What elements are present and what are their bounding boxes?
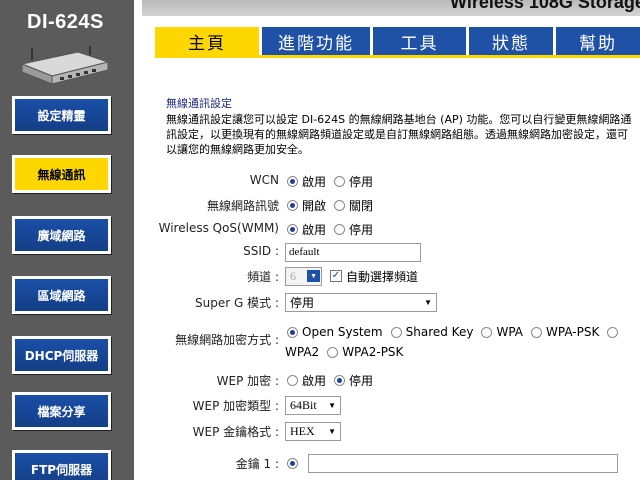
section-title: 無線通訊設定 — [166, 97, 232, 110]
tab-help[interactable]: 幫助 — [556, 27, 640, 55]
header-banner: Wireless 108G Storage Router — [130, 0, 640, 16]
wpa-label: WPA — [496, 325, 523, 339]
qos-enable-radio[interactable] — [287, 223, 298, 235]
wpa2-psk-radio[interactable] — [327, 346, 339, 358]
chevron-down-icon: ▼ — [328, 400, 336, 410]
broadcast-on-radio[interactable] — [287, 199, 298, 211]
qos-row: Wireless QoS(WMM) 啟用 停用 — [155, 218, 640, 240]
product-title: Wireless 108G Storage Router — [450, 0, 640, 12]
wep-format-label: WEP 金鑰格式 : — [192, 425, 279, 439]
wep-type-label: WEP 加密類型 : — [192, 399, 279, 413]
router-device-icon — [20, 46, 110, 85]
channel-value: 6 — [290, 268, 296, 283]
chevron-down-icon: ▼ — [307, 270, 320, 282]
key1-row: 金鑰 1 : — [155, 452, 640, 474]
superg-label: Super G 模式 : — [195, 296, 279, 310]
ssid-broadcast-label: 無線網路訊號 — [206, 199, 279, 213]
wcn-row: WCN 啟用 停用 — [155, 170, 640, 192]
tab-bar: 主頁 進階功能 工具 狀態 幫助 — [155, 27, 640, 57]
wcn-enable-label: 啟用 — [302, 174, 327, 189]
qos-enable-label: 啟用 — [302, 222, 327, 237]
channel-select[interactable]: 6 ▼ — [285, 266, 322, 286]
wep-disable-label: 停用 — [349, 373, 374, 388]
open-system-radio[interactable] — [287, 326, 298, 338]
wcn-label: WCN — [249, 173, 279, 187]
wep-row: WEP 加密 : 啟用 停用 — [155, 369, 640, 391]
key1-label: 金鑰 1 : — [235, 457, 279, 471]
superg-value: 停用 — [290, 295, 315, 310]
shared-key-label: Shared Key — [405, 325, 474, 339]
key1-radio[interactable] — [287, 457, 298, 469]
tab-underline — [155, 55, 640, 58]
key1-input[interactable] — [308, 453, 618, 473]
wep-type-select[interactable]: 64Bit ▼ — [285, 395, 341, 415]
ssid-label: SSID : — [243, 244, 279, 258]
wcn-enable-radio[interactable] — [287, 175, 298, 187]
shared-key-radio[interactable] — [390, 326, 402, 338]
intro-text: 無線通訊設定讓您可以設定 DI-624S 的無線網路基地台 (AP) 功能。您可… — [166, 113, 632, 156]
qos-disable-radio[interactable] — [334, 223, 346, 235]
wep-format-value: HEX — [290, 423, 315, 438]
wpa2-psk-label: WPA2-PSK — [342, 345, 404, 359]
sidebar-item-file-sharing[interactable]: 檔案分享 — [12, 392, 111, 430]
wpa-psk-radio[interactable] — [531, 326, 542, 338]
wcn-disable-radio[interactable] — [334, 175, 346, 187]
wep-disable-radio[interactable] — [334, 374, 346, 386]
wep-label: WEP 加密 : — [216, 374, 279, 388]
sidebar: DI-624S 設定精靈 無線通訊 廣域網路 區域網路 DHCP伺服器 檔案分享… — [0, 0, 142, 480]
ssid-broadcast-row: 無線網路訊號 開啟 關閉 — [155, 194, 640, 216]
tab-status[interactable]: 狀態 — [469, 27, 556, 55]
chevron-down-icon: ▼ — [328, 426, 336, 436]
broadcast-off-radio[interactable] — [334, 199, 346, 211]
tab-home[interactable]: 主頁 — [155, 27, 262, 55]
wep-enable-label: 啟用 — [302, 373, 327, 388]
security-label: 無線網路加密方式 : — [175, 333, 279, 347]
ssid-row: SSID : default — [155, 241, 640, 263]
channel-label: 頻道 : — [247, 270, 279, 284]
wep-type-value: 64Bit — [290, 397, 317, 412]
auto-channel-checkbox[interactable]: ✓ — [330, 270, 342, 282]
main-content: 無線通訊設定 無線通訊設定讓您可以設定 DI-624S 的無線網路基地台 (AP… — [155, 60, 640, 480]
sidebar-item-ftp[interactable]: FTP伺服器 — [12, 450, 111, 480]
ssid-input[interactable]: default — [285, 242, 421, 262]
wep-enable-radio[interactable] — [287, 374, 298, 386]
wcn-disable-label: 停用 — [349, 174, 374, 189]
security-row: 無線網路加密方式 : Open System Shared Key WPA WP… — [155, 322, 640, 362]
sidebar-item-wan[interactable]: 廣域網路 — [12, 216, 111, 254]
channel-row: 頻道 : 6 ▼ ✓ 自動選擇頻道 — [155, 265, 640, 287]
wep-format-row: WEP 金鑰格式 : HEX ▼ — [155, 420, 640, 442]
wpa-radio[interactable] — [481, 326, 493, 338]
wpa-psk-label: WPA-PSK — [546, 325, 600, 339]
chevron-down-icon: ▼ — [424, 297, 432, 307]
broadcast-off-label: 關閉 — [349, 198, 374, 213]
wpa2-label: WPA2 — [285, 345, 320, 359]
sidebar-item-lan[interactable]: 區域網路 — [12, 276, 111, 314]
wep-type-row: WEP 加密類型 : 64Bit ▼ — [155, 394, 640, 416]
sidebar-item-wireless[interactable]: 無線通訊 — [12, 155, 111, 193]
broadcast-on-label: 開啟 — [302, 198, 327, 213]
sidebar-item-dhcp[interactable]: DHCP伺服器 — [12, 336, 111, 374]
tab-tools[interactable]: 工具 — [373, 27, 469, 55]
wpa2-radio[interactable] — [607, 326, 619, 338]
sidebar-item-setup-wizard[interactable]: 設定精靈 — [12, 96, 111, 134]
open-system-label: Open System — [302, 325, 383, 339]
tab-advanced[interactable]: 進階功能 — [262, 27, 373, 55]
model-name: DI-624S — [27, 11, 104, 33]
superg-row: Super G 模式 : 停用 ▼ — [155, 291, 640, 313]
qos-label: Wireless QoS(WMM) — [158, 221, 279, 235]
superg-select[interactable]: 停用 ▼ — [285, 292, 437, 312]
auto-channel-label: 自動選擇頻道 — [346, 269, 419, 284]
qos-disable-label: 停用 — [349, 222, 374, 237]
wep-format-select[interactable]: HEX ▼ — [285, 421, 341, 441]
